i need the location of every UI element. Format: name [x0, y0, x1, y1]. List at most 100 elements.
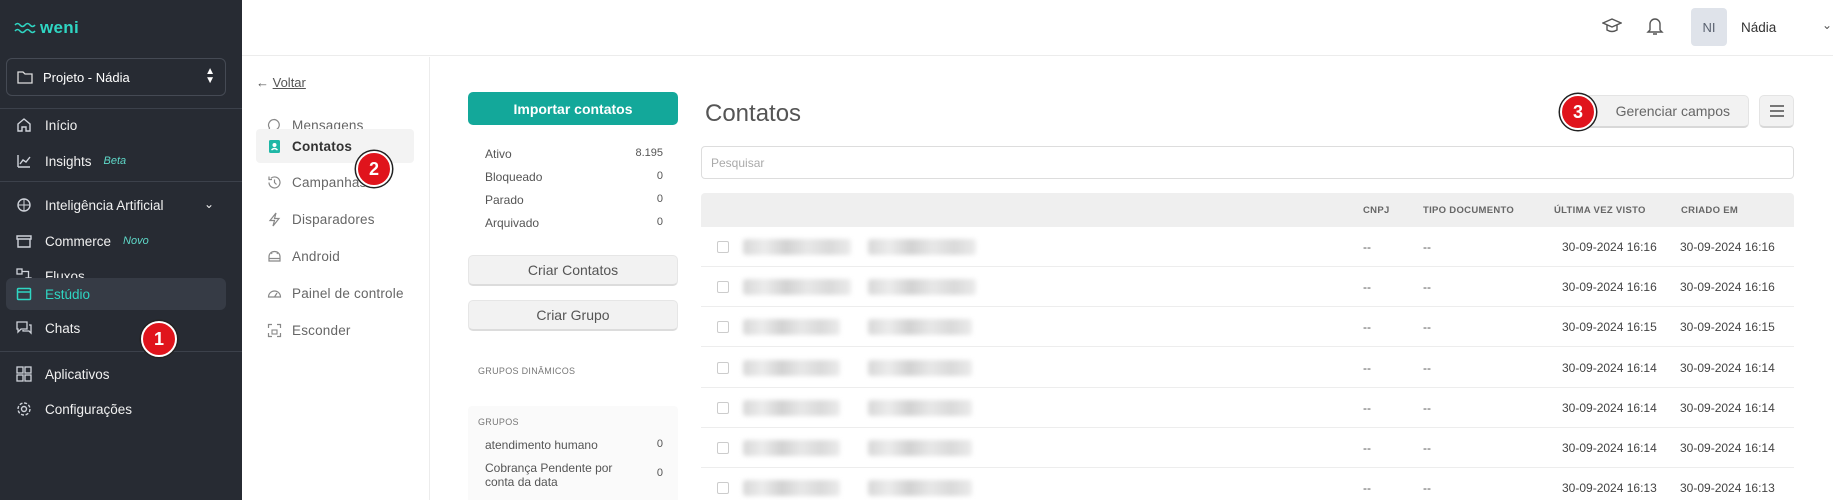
studio-nav-label: Disparadores	[292, 211, 375, 227]
redacted-phone	[868, 239, 976, 255]
redacted-name	[743, 400, 840, 416]
cell-cnpj: --	[1363, 240, 1371, 254]
studio-nav-painel[interactable]: Painel de controle	[256, 276, 414, 310]
group-item[interactable]: Cobrança Pendente por conta da data 0	[485, 461, 663, 489]
sidebar-item-aplicativos[interactable]: Aplicativos	[6, 356, 226, 392]
redacted-name	[743, 239, 851, 255]
row-checkbox[interactable]	[717, 321, 729, 333]
project-selector[interactable]: Projeto - Nádia ▲ ▼	[6, 58, 226, 96]
create-contacts-button[interactable]: Criar Contatos	[468, 255, 678, 286]
store-icon	[15, 232, 33, 250]
annotation-badge-3: 3	[1560, 94, 1596, 130]
cell-ultima-vez-visto: 30-09-2024 16:15	[1562, 320, 1657, 334]
gear-icon	[15, 400, 33, 418]
cell-tipo-documento: --	[1423, 240, 1431, 254]
user-name[interactable]: Nádia	[1741, 20, 1776, 35]
sidebar-item-inicio[interactable]: Início	[6, 107, 226, 143]
cell-cnpj: --	[1363, 320, 1371, 334]
table-row[interactable]: -- -- 30-09-2024 16:14 30-09-2024 16:14	[701, 388, 1794, 428]
waves-icon	[14, 22, 36, 34]
table-row[interactable]: -- -- 30-09-2024 16:13 30-09-2024 16:13	[701, 468, 1794, 500]
brain-icon	[15, 196, 33, 214]
group-label: atendimento humano	[485, 438, 598, 452]
table-header: CNPJ TIPO DOCUMENTO ÚLTIMA VEZ VISTO CRI…	[701, 193, 1794, 227]
column-header-ultima-vez-visto[interactable]: ÚLTIMA VEZ VISTO	[1554, 205, 1646, 216]
graduation-cap-icon[interactable]	[1601, 17, 1624, 39]
cell-ultima-vez-visto: 30-09-2024 16:14	[1562, 441, 1657, 455]
redacted-phone	[868, 440, 972, 456]
menu-icon[interactable]	[1759, 95, 1794, 128]
divider	[0, 351, 242, 352]
table-row[interactable]: -- -- 30-09-2024 16:16 30-09-2024 16:16	[701, 227, 1794, 267]
weni-logo[interactable]: weni	[14, 18, 79, 38]
cell-tipo-documento: --	[1423, 280, 1431, 294]
cell-criado-em: 30-09-2024 16:16	[1680, 280, 1775, 294]
trigger-icon	[266, 212, 282, 227]
manage-fields-button[interactable]: Gerenciar campos	[1586, 95, 1749, 128]
beta-tag: Beta	[103, 155, 127, 167]
bell-icon[interactable]	[1646, 16, 1668, 38]
redacted-name	[743, 360, 840, 376]
stat-label: Bloqueado	[485, 170, 543, 184]
sidebar-item-estudio[interactable]: Estúdio	[6, 278, 226, 310]
stat-ativo[interactable]: Ativo 8.195	[485, 147, 663, 161]
redacted-phone	[868, 319, 972, 335]
import-contacts-button[interactable]: Importar contatos	[468, 92, 678, 125]
column-header-tipo-documento[interactable]: TIPO DOCUMENTO	[1423, 205, 1514, 216]
stat-parado[interactable]: Parado 0	[485, 193, 663, 207]
avatar[interactable]: NI	[1691, 8, 1727, 46]
row-checkbox[interactable]	[717, 402, 729, 414]
redacted-name	[743, 480, 840, 496]
sidebar-item-insights[interactable]: Insights Beta	[6, 143, 226, 179]
table-row[interactable]: -- -- 30-09-2024 16:16 30-09-2024 16:16	[701, 267, 1794, 307]
row-checkbox[interactable]	[717, 442, 729, 454]
cell-ultima-vez-visto: 30-09-2024 16:16	[1562, 240, 1657, 254]
home-icon	[15, 116, 33, 134]
top-bar	[242, 0, 1833, 56]
divider	[0, 181, 242, 182]
sidebar-item-configuracoes[interactable]: Configurações	[6, 391, 226, 427]
main-sidebar: weni Projeto - Nádia ▲ ▼ Início Insights …	[0, 0, 242, 500]
chevron-up-down-icon: ▲ ▼	[205, 66, 215, 86]
stat-arquivado[interactable]: Arquivado 0	[485, 216, 663, 230]
group-item[interactable]: atendimento humano 0	[485, 438, 663, 452]
stat-bloqueado[interactable]: Bloqueado 0	[485, 170, 663, 184]
sidebar-item-label: Configurações	[45, 401, 133, 417]
create-group-button[interactable]: Criar Grupo	[468, 300, 678, 331]
cell-criado-em: 30-09-2024 16:14	[1680, 401, 1775, 415]
table-row[interactable]: -- -- 30-09-2024 16:14 30-09-2024 16:14	[701, 428, 1794, 468]
back-link[interactable]: ← Voltar	[256, 75, 306, 90]
hide-icon	[266, 323, 282, 338]
row-checkbox[interactable]	[717, 281, 729, 293]
studio-nav-disparadores[interactable]: Disparadores	[256, 202, 414, 236]
chats-icon	[15, 319, 33, 337]
campaign-icon	[266, 175, 282, 190]
cell-cnpj: --	[1363, 361, 1371, 375]
redacted-name	[743, 279, 851, 295]
table-row[interactable]: -- -- 30-09-2024 16:14 30-09-2024 16:14	[701, 348, 1794, 388]
annotation-badge-1: 1	[141, 321, 177, 357]
cell-criado-em: 30-09-2024 16:15	[1680, 320, 1775, 334]
cell-tipo-documento: --	[1423, 401, 1431, 415]
cell-cnpj: --	[1363, 280, 1371, 294]
apps-icon	[15, 365, 33, 383]
studio-nav-label: Campanhas	[292, 174, 367, 190]
sidebar-item-chats[interactable]: Chats	[6, 310, 226, 346]
sidebar-item-commerce[interactable]: Commerce Novo	[6, 223, 226, 259]
studio-nav-android[interactable]: Android	[256, 239, 414, 273]
cell-ultima-vez-visto: 30-09-2024 16:14	[1562, 361, 1657, 375]
column-header-criado-em[interactable]: CRIADO EM	[1681, 205, 1738, 216]
cell-ultima-vez-visto: 30-09-2024 16:16	[1562, 280, 1657, 294]
cell-tipo-documento: --	[1423, 320, 1431, 334]
row-checkbox[interactable]	[717, 241, 729, 253]
sidebar-item-ia[interactable]: Inteligência Artificial ⌄	[6, 187, 226, 223]
table-row[interactable]: -- -- 30-09-2024 16:15 30-09-2024 16:15	[701, 307, 1794, 347]
studio-nav-contatos[interactable]: Contatos	[256, 129, 414, 163]
column-header-cnpj[interactable]: CNPJ	[1363, 205, 1390, 216]
search-input[interactable]	[701, 146, 1794, 179]
studio-nav-esconder[interactable]: Esconder	[256, 313, 414, 347]
chevron-down-icon[interactable]: ⌄	[1822, 18, 1832, 32]
cell-ultima-vez-visto: 30-09-2024 16:14	[1562, 401, 1657, 415]
row-checkbox[interactable]	[717, 362, 729, 374]
row-checkbox[interactable]	[717, 482, 729, 494]
